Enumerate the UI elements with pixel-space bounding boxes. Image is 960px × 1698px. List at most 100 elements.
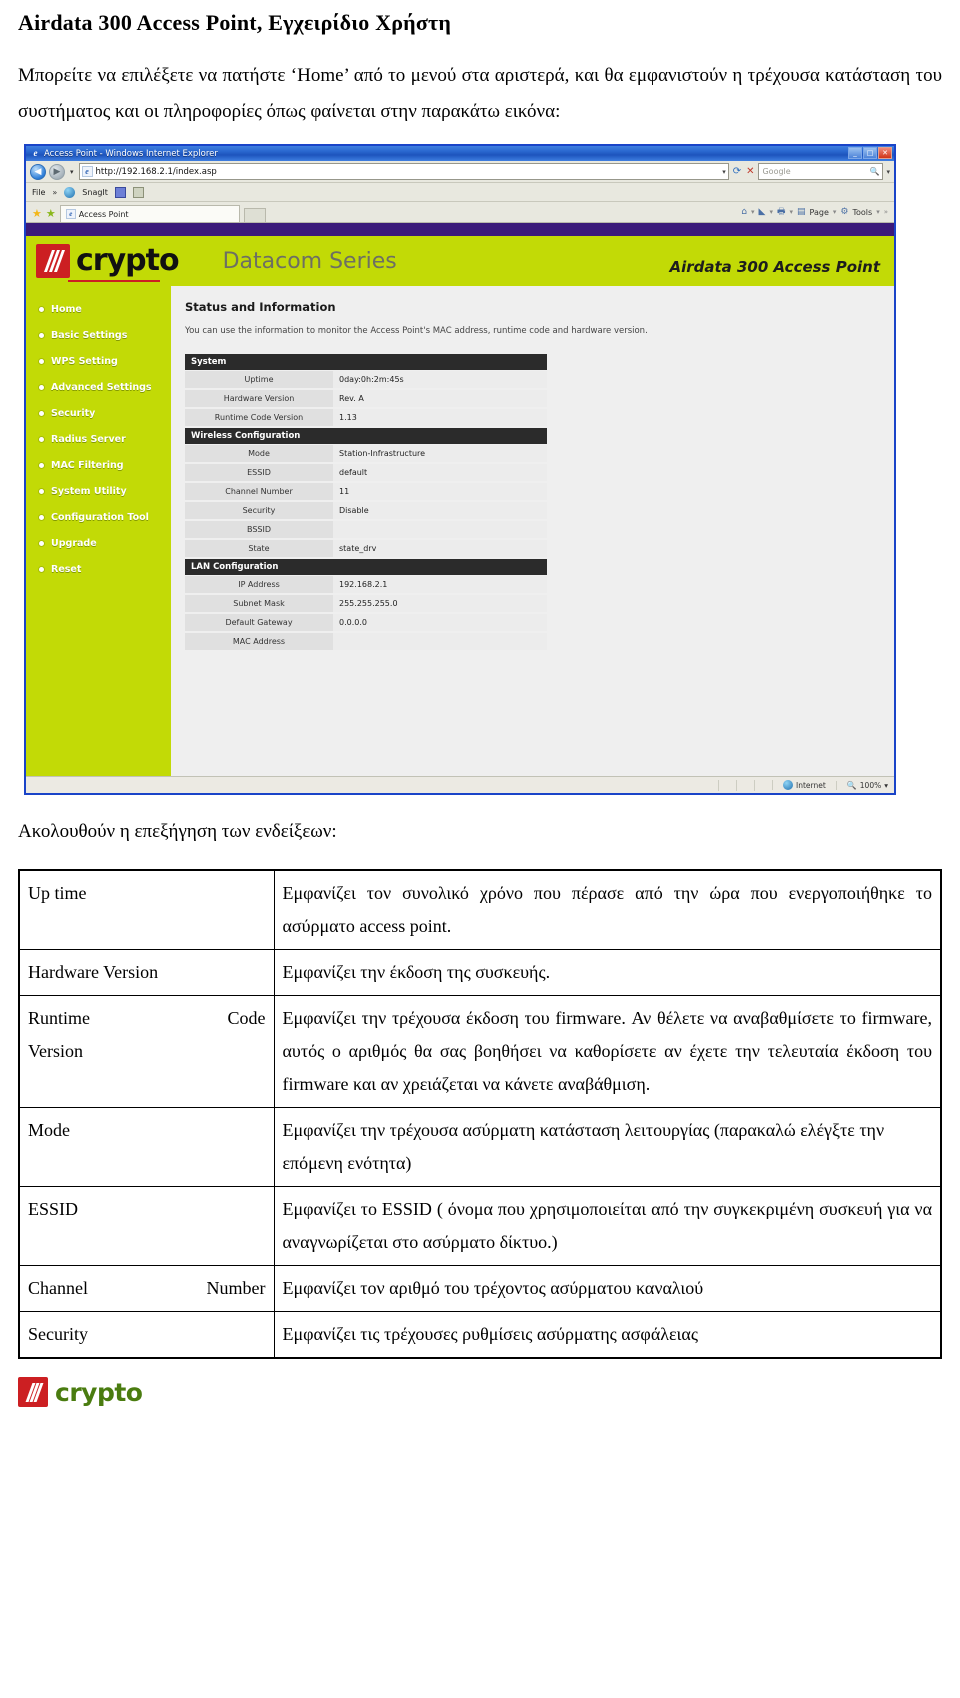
new-tab-button[interactable] [243, 208, 266, 222]
snagit-scroll-icon[interactable] [132, 186, 144, 198]
sidebar-item-mac-filtering[interactable]: MAC Filtering [26, 452, 171, 478]
product-series-label: Datacom Series [222, 248, 397, 274]
row-key: Subnet Mask [185, 594, 333, 614]
section-title: Wireless Configuration [185, 427, 547, 445]
rss-feeds-icon[interactable]: ◣ [759, 207, 766, 217]
menu-item-file[interactable]: File [32, 188, 45, 197]
sidebar-item-radius-server[interactable]: Radius Server [26, 426, 171, 452]
sidebar-item-label: Advanced Settings [51, 381, 152, 393]
address-bar[interactable]: e http://192.168.2.1/index.asp ▾ [78, 163, 729, 180]
content-heading: Status and Information [185, 300, 336, 314]
search-provider-chevron-down-icon[interactable]: ▾ [886, 168, 890, 176]
home-chevron-down-icon[interactable]: ▾ [751, 208, 755, 216]
section-title: LAN Configuration [185, 558, 547, 576]
page-favicon-icon: e [81, 166, 93, 177]
home-icon[interactable]: ⌂ [741, 207, 747, 217]
zoom-chevron-down-icon[interactable]: ▾ [884, 781, 888, 790]
security-zone-indicator[interactable]: Internet [772, 780, 836, 790]
statusbar-cell [718, 779, 736, 791]
command-bar-overflow-icon[interactable]: » [884, 208, 888, 216]
page-menu-icon[interactable]: ▤ [797, 207, 806, 217]
search-input[interactable]: Google 🔍 [758, 163, 884, 180]
statusbar-cell [754, 779, 772, 791]
intro-paragraph: Μπορείτε να επιλέξετε να πατήστε ‘Home’ … [18, 65, 942, 122]
legend-definition: Εμφανίζει την τρέχουσα ασύρματη κατάστασ… [273, 1107, 942, 1187]
sidebar-item-label: System Utility [51, 485, 127, 497]
sidebar-item-basic-settings[interactable]: Basic Settings [26, 322, 171, 348]
zoom-magnifier-icon: 🔍 [846, 780, 857, 790]
table-row: Runtime Code Version Εμφανίζει την τρέχο… [18, 995, 942, 1108]
sidebar-item-upgrade[interactable]: Upgrade [26, 530, 171, 556]
legend-term: Up time [18, 869, 275, 950]
back-button-icon[interactable]: ◀ [30, 163, 46, 180]
snagit-label[interactable]: SnagIt [82, 188, 108, 197]
snagit-capture-icon[interactable] [114, 186, 126, 198]
zoom-level-control[interactable]: 🔍 100% ▾ [835, 780, 894, 790]
legend-term-part1: Runtime [28, 1008, 90, 1028]
row-value: state_drv [333, 539, 547, 559]
add-favorite-icon[interactable]: ★ [46, 208, 56, 222]
sidebar-item-system-utility[interactable]: System Utility [26, 478, 171, 504]
table-row: Up time Εμφανίζει τον συνολικό χρόνο που… [18, 869, 942, 950]
row-key: Runtime Code Version [185, 408, 333, 428]
tab-access-point[interactable]: e Access Point [59, 205, 240, 222]
refresh-icon[interactable]: ⟳ [732, 166, 742, 177]
table-row: Hardware Version Rev. A [185, 389, 547, 409]
purple-accent-bar [26, 223, 894, 236]
legend-term: Hardware Version [18, 949, 275, 996]
forward-button-icon[interactable]: ▶ [49, 163, 65, 180]
search-icon[interactable]: 🔍 [870, 167, 880, 176]
bullet-icon [38, 539, 45, 547]
sidebar-item-advanced-settings[interactable]: Advanced Settings [26, 374, 171, 400]
tools-menu-label[interactable]: Tools [852, 208, 872, 217]
section-header-wireless-configuration: Wireless Configuration [185, 427, 547, 445]
sidebar-item-label: Basic Settings [51, 329, 128, 341]
tools-menu-icon[interactable]: ⚙ [840, 207, 848, 217]
bullet-icon [38, 409, 45, 417]
sidebar-item-security[interactable]: Security [26, 400, 171, 426]
minimize-button[interactable]: _ [848, 147, 862, 159]
feeds-chevron-down-icon[interactable]: ▾ [769, 208, 773, 216]
recent-pages-chevron-down-icon[interactable]: ▾ [68, 168, 76, 176]
browser-command-bar: ⌂ ▾ ◣ ▾ 🖶 ▾ ▤ Page ▾ ⚙ Tools ▾ » [741, 204, 888, 222]
browser-navigation-bar: ◀ ▶ ▾ e http://192.168.2.1/index.asp ▾ ⟳… [26, 161, 894, 183]
footer-brand: crypto [18, 1377, 942, 1407]
footer-brand-text: crypto [55, 1377, 143, 1407]
legend-definition: Εμφανίζει τις τρέχουσες ρυθμίσεις ασύρμα… [273, 1311, 942, 1359]
menu-overflow-icon[interactable]: » [52, 188, 57, 197]
page-menu-label[interactable]: Page [810, 208, 829, 217]
row-key: ESSID [185, 463, 333, 483]
print-icon[interactable]: 🖶 [777, 204, 786, 220]
row-key: Mode [185, 444, 333, 464]
favorites-star-icon[interactable]: ★ [32, 208, 42, 222]
bullet-icon [38, 461, 45, 469]
table-row: State state_drv [185, 539, 547, 559]
address-chevron-down-icon[interactable]: ▾ [722, 168, 726, 176]
statusbar-cell [736, 779, 754, 791]
tools-chevron-down-icon[interactable]: ▾ [876, 208, 880, 216]
table-row: Runtime Code Version 1.13 [185, 408, 547, 428]
row-key: MAC Address [185, 632, 333, 652]
row-value: 255.255.255.0 [333, 594, 547, 614]
row-key: BSSID [185, 520, 333, 540]
address-bar-value: http://192.168.2.1/index.asp [95, 166, 217, 177]
close-button[interactable]: ✕ [878, 147, 892, 159]
legend-term-part2: Number [206, 1278, 266, 1298]
legend-term: Security [18, 1311, 275, 1359]
print-chevron-down-icon[interactable]: ▾ [789, 208, 793, 216]
sidebar-item-label: WPS Setting [51, 355, 118, 367]
snagit-globe-icon[interactable] [64, 186, 76, 198]
sidebar-item-wps-setting[interactable]: WPS Setting [26, 348, 171, 374]
maximize-button[interactable]: □ [863, 147, 877, 159]
sidebar-item-reset[interactable]: Reset [26, 556, 171, 582]
stop-icon[interactable]: ✕ [745, 166, 755, 177]
table-row: Security Disable [185, 501, 547, 521]
sidebar-item-label: Configuration Tool [51, 511, 149, 523]
statusbar-spacers [718, 779, 772, 791]
sidebar-item-home[interactable]: Home [26, 296, 171, 322]
sidebar-item-configuration-tool[interactable]: Configuration Tool [26, 504, 171, 530]
page-chevron-down-icon[interactable]: ▾ [833, 208, 837, 216]
legend-term: Runtime Code Version [18, 995, 275, 1108]
legend-term: ESSID [18, 1186, 275, 1266]
section-title: System [185, 354, 547, 371]
